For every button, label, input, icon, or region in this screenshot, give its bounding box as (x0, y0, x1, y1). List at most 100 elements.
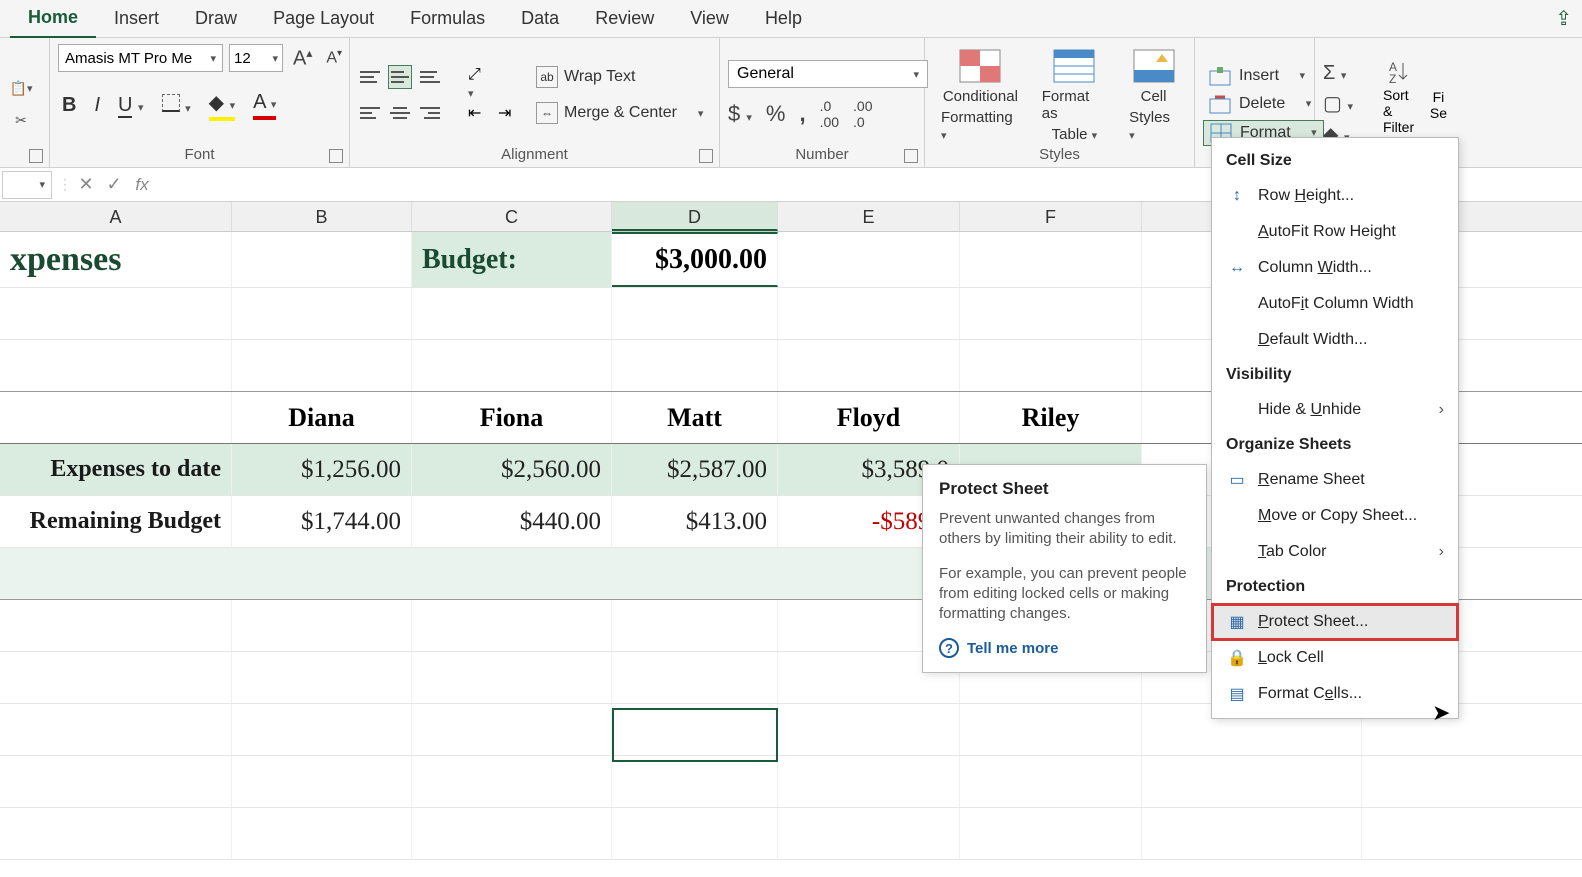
decrease-font-size[interactable]: A▾ (322, 48, 346, 67)
tab-view[interactable]: View (672, 0, 747, 37)
tab-help[interactable]: Help (747, 0, 820, 37)
cell-E4[interactable]: Floyd (778, 392, 960, 443)
align-right[interactable] (418, 101, 442, 125)
cell-F1[interactable] (960, 232, 1142, 287)
insert-function[interactable]: fx (128, 171, 156, 199)
align-center[interactable] (388, 101, 412, 125)
insert-cells-button[interactable]: Insert ▾ (1203, 64, 1324, 88)
tab-page-layout[interactable]: Page Layout (255, 0, 392, 37)
fill-button[interactable]: ▢ ▾ (1323, 91, 1353, 116)
col-header-D[interactable]: D (612, 202, 778, 231)
increase-decimal[interactable]: .0.00 (820, 98, 839, 130)
col-header-F[interactable]: F (960, 202, 1142, 231)
wrap-text-icon: ab (536, 66, 558, 88)
font-size-select[interactable]: 12▾ (229, 44, 283, 72)
menu-hide-unhide[interactable]: Hide & Unhide› (1212, 392, 1458, 428)
cell-E1[interactable] (778, 232, 960, 287)
cell-B1[interactable] (232, 232, 412, 287)
align-left[interactable] (358, 101, 382, 125)
menu-row-height[interactable]: ↕Row Height... (1212, 178, 1458, 214)
cell-D4[interactable]: Matt (612, 392, 778, 443)
autosum-button[interactable]: Σ ▾ (1323, 62, 1353, 85)
name-box[interactable]: ▾ (2, 171, 52, 199)
share-icon[interactable]: ⇪ (1555, 6, 1572, 31)
menu-column-width[interactable]: ↔Column Width... (1212, 250, 1458, 286)
menu-tab-color[interactable]: Tab Color› (1212, 534, 1458, 570)
cell-B4[interactable]: Diana (232, 392, 412, 443)
cut-button[interactable]: ✂ (8, 108, 34, 134)
enter-formula[interactable]: ✓ (100, 171, 128, 199)
fill-color-button[interactable]: ◆ ▾ (205, 90, 239, 121)
italic-button[interactable]: I (90, 94, 104, 117)
cancel-formula[interactable]: ✕ (72, 171, 100, 199)
cell-D1[interactable]: $3,000.00 (612, 232, 778, 287)
wrap-text-button[interactable]: abWrap Text (536, 66, 703, 88)
col-header-C[interactable]: C (412, 202, 612, 231)
lock-icon: 🔒 (1226, 648, 1248, 668)
menu-rename-sheet[interactable]: ▭Rename Sheet (1212, 462, 1458, 498)
format-as-table-button[interactable]: Format asTable ▾ (1034, 48, 1115, 143)
menu-default-width[interactable]: Default Width... (1212, 322, 1458, 358)
tab-draw[interactable]: Draw (177, 0, 255, 37)
font-color-button[interactable]: A ▾ (249, 91, 280, 120)
tab-home[interactable]: Home (10, 0, 96, 39)
number-format-select[interactable]: General▾ (728, 60, 928, 88)
cell-F4[interactable]: Riley (960, 392, 1142, 443)
alignment-dialog-launcher[interactable] (699, 149, 713, 163)
menu-protect-sheet[interactable]: ▦Protect Sheet... (1212, 604, 1458, 640)
col-header-B[interactable]: B (232, 202, 412, 231)
cell-C1[interactable]: Budget: (412, 232, 612, 287)
align-middle[interactable] (388, 65, 412, 89)
menu-lock-cell[interactable]: 🔒Lock Cell (1212, 640, 1458, 676)
col-header-E[interactable]: E (778, 202, 960, 231)
align-bottom[interactable] (418, 65, 442, 89)
cell-B5[interactable]: $1,256.00 (232, 444, 412, 495)
increase-font-size[interactable]: A▴ (289, 46, 316, 71)
percent-format[interactable]: % (766, 101, 786, 127)
row-11 (0, 756, 1582, 808)
merge-center-button[interactable]: ⇔Merge & Center ▾ (536, 102, 703, 124)
clipboard-dialog-launcher[interactable] (29, 149, 43, 163)
cell-styles-button[interactable]: CellStyles ▾ (1121, 48, 1186, 143)
decrease-decimal[interactable]: .00.0 (853, 98, 872, 130)
paste-button[interactable]: 📋▾ (8, 76, 34, 102)
orientation-button[interactable]: ⤢▾ (466, 65, 490, 89)
tooltip-paragraph-2: For example, you can prevent people from… (939, 564, 1190, 625)
cell-D6[interactable]: $413.00 (612, 496, 778, 547)
cell-C6[interactable]: $440.00 (412, 496, 612, 547)
sort-filter-icon: AZ (1387, 59, 1415, 87)
comma-format[interactable]: , (799, 101, 805, 127)
increase-indent[interactable]: ⇥ (496, 101, 520, 125)
tab-review[interactable]: Review (577, 0, 672, 37)
accounting-format[interactable]: $ ▾ (728, 101, 752, 127)
tell-me-more-link[interactable]: ?Tell me more (939, 638, 1190, 658)
menu-format-cells[interactable]: ▤Format Cells... (1212, 676, 1458, 712)
menu-autofit-row-height[interactable]: AutoFit Row Height (1212, 214, 1458, 250)
font-dialog-launcher[interactable] (329, 149, 343, 163)
cell-A1[interactable]: xpenses (0, 232, 232, 287)
tab-insert[interactable]: Insert (96, 0, 177, 37)
format-cells-icon: ▤ (1226, 684, 1248, 704)
col-header-A[interactable]: A (0, 202, 232, 231)
cell-A5[interactable]: Expenses to date (0, 444, 232, 495)
font-name-select[interactable]: Amasis MT Pro Me▾ (58, 44, 223, 72)
cell-D5[interactable]: $2,587.00 (612, 444, 778, 495)
align-top[interactable] (358, 65, 382, 89)
cell-B6[interactable]: $1,744.00 (232, 496, 412, 547)
bold-button[interactable]: B (58, 94, 80, 117)
tab-formulas[interactable]: Formulas (392, 0, 503, 37)
decrease-indent[interactable]: ⇤ (466, 101, 490, 125)
menu-autofit-column-width[interactable]: AutoFit Column Width (1212, 286, 1458, 322)
number-dialog-launcher[interactable] (904, 149, 918, 163)
cell-C4[interactable]: Fiona (412, 392, 612, 443)
underline-button[interactable]: U ▾ (114, 94, 148, 117)
conditional-formatting-button[interactable]: ConditionalFormatting ▾ (933, 48, 1028, 143)
menu-move-copy-sheet[interactable]: Move or Copy Sheet... (1212, 498, 1458, 534)
tab-data[interactable]: Data (503, 0, 577, 37)
delete-cells-button[interactable]: Delete ▾ (1203, 92, 1324, 116)
cell-C5[interactable]: $2,560.00 (412, 444, 612, 495)
cell-A6[interactable]: Remaining Budget (0, 496, 232, 547)
border-button[interactable]: ▾ (158, 94, 195, 118)
chevron-right-icon: › (1439, 543, 1444, 561)
find-select-button[interactable]: FiSe (1430, 89, 1447, 121)
